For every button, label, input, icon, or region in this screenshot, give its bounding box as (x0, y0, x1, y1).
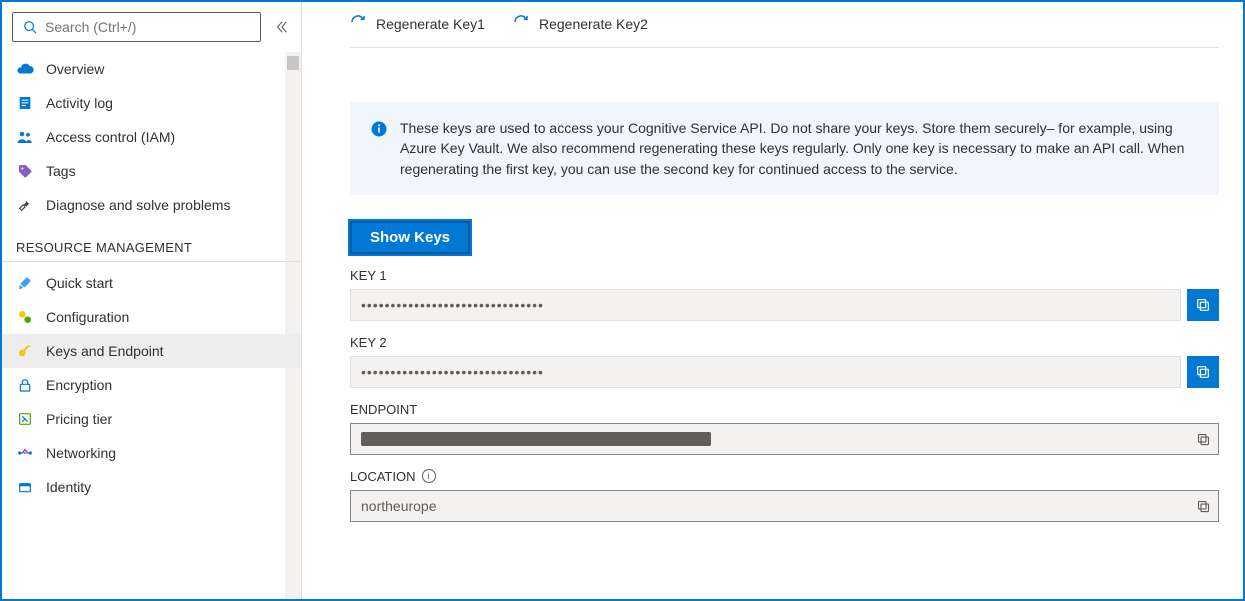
field-endpoint: ENDPOINT (350, 402, 1219, 455)
search-box[interactable] (12, 12, 261, 42)
people-icon (16, 128, 34, 146)
cloud-icon (16, 60, 34, 78)
main-content: Regenerate Key1 Regenerate Key2 These ke… (302, 2, 1243, 599)
search-icon (21, 18, 39, 36)
location-value[interactable]: northeurope (350, 490, 1219, 522)
sidebar-item-label: Overview (46, 61, 104, 77)
sidebar-item-tags[interactable]: Tags (2, 154, 301, 188)
sidebar-item-pricing-tier[interactable]: Pricing tier (2, 402, 301, 436)
sidebar-item-networking[interactable]: Networking (2, 436, 301, 470)
sidebar-item-label: Networking (46, 445, 116, 461)
sidebar-item-keys-endpoint[interactable]: Keys and Endpoint (2, 334, 301, 368)
refresh-icon (513, 14, 529, 33)
copy-endpoint-button[interactable] (1188, 424, 1218, 456)
sidebar-item-identity[interactable]: Identity (2, 470, 301, 504)
field-label: LOCATION i (350, 469, 1219, 484)
sidebar-item-configuration[interactable]: Configuration (2, 300, 301, 334)
info-icon[interactable]: i (422, 469, 436, 483)
key1-value[interactable]: ••••••••••••••••••••••••••••••• (350, 289, 1181, 321)
tag-icon (16, 162, 34, 180)
redacted-content (361, 432, 711, 446)
pricing-icon (16, 410, 34, 428)
refresh-icon (350, 14, 366, 33)
info-text: These keys are used to access your Cogni… (400, 118, 1199, 179)
search-input[interactable] (45, 19, 252, 35)
regenerate-key2-button[interactable]: Regenerate Key2 (513, 14, 648, 33)
sidebar-item-quick-start[interactable]: Quick start (2, 266, 301, 300)
sidebar-item-label: Quick start (46, 275, 113, 291)
sidebar-item-access-control[interactable]: Access control (IAM) (2, 120, 301, 154)
info-banner: These keys are used to access your Cogni… (350, 102, 1219, 195)
toolbar-label: Regenerate Key2 (539, 16, 648, 32)
copy-key2-button[interactable] (1187, 356, 1219, 388)
key2-value[interactable]: ••••••••••••••••••••••••••••••• (350, 356, 1181, 388)
sidebar: Overview Activity log Access control (IA… (2, 2, 302, 599)
search-row (2, 2, 301, 52)
identity-icon (16, 478, 34, 496)
rocket-icon (16, 274, 34, 292)
field-label: KEY 1 (350, 268, 1219, 283)
sidebar-item-activity-log[interactable]: Activity log (2, 86, 301, 120)
sidebar-item-label: Identity (46, 479, 91, 495)
regenerate-key1-button[interactable]: Regenerate Key1 (350, 14, 485, 33)
sidebar-item-label: Diagnose and solve problems (46, 197, 230, 213)
copy-key1-button[interactable] (1187, 289, 1219, 321)
sidebar-section-header: RESOURCE MANAGEMENT (2, 222, 301, 262)
sidebar-item-label: Pricing tier (46, 411, 112, 427)
sidebar-item-label: Keys and Endpoint (46, 343, 164, 359)
sidebar-item-label: Access control (IAM) (46, 129, 175, 145)
log-icon (16, 94, 34, 112)
info-icon (370, 120, 388, 138)
field-location: LOCATION i northeurope (350, 469, 1219, 522)
sidebar-nav: Overview Activity log Access control (IA… (2, 52, 301, 599)
sidebar-item-label: Configuration (46, 309, 129, 325)
field-label: ENDPOINT (350, 402, 1219, 417)
copy-location-button[interactable] (1188, 491, 1218, 523)
field-label-text: LOCATION (350, 469, 416, 484)
field-label: KEY 2 (350, 335, 1219, 350)
lock-icon (16, 376, 34, 394)
show-keys-button[interactable]: Show Keys (350, 221, 470, 254)
sidebar-item-diagnose[interactable]: Diagnose and solve problems (2, 188, 301, 222)
endpoint-value[interactable] (350, 423, 1219, 455)
sidebar-item-encryption[interactable]: Encryption (2, 368, 301, 402)
sidebar-item-label: Encryption (46, 377, 112, 393)
field-key2: KEY 2 ••••••••••••••••••••••••••••••• (350, 335, 1219, 388)
network-icon (16, 444, 34, 462)
toolbar-label: Regenerate Key1 (376, 16, 485, 32)
sidebar-item-overview[interactable]: Overview (2, 52, 301, 86)
key-icon (16, 342, 34, 360)
collapse-sidebar-button[interactable] (273, 20, 291, 34)
sidebar-item-label: Tags (46, 163, 76, 179)
sidebar-item-label: Activity log (46, 95, 113, 111)
field-key1: KEY 1 ••••••••••••••••••••••••••••••• (350, 268, 1219, 321)
gear-icon (16, 308, 34, 326)
toolbar: Regenerate Key1 Regenerate Key2 (350, 2, 1219, 48)
wrench-icon (16, 196, 34, 214)
